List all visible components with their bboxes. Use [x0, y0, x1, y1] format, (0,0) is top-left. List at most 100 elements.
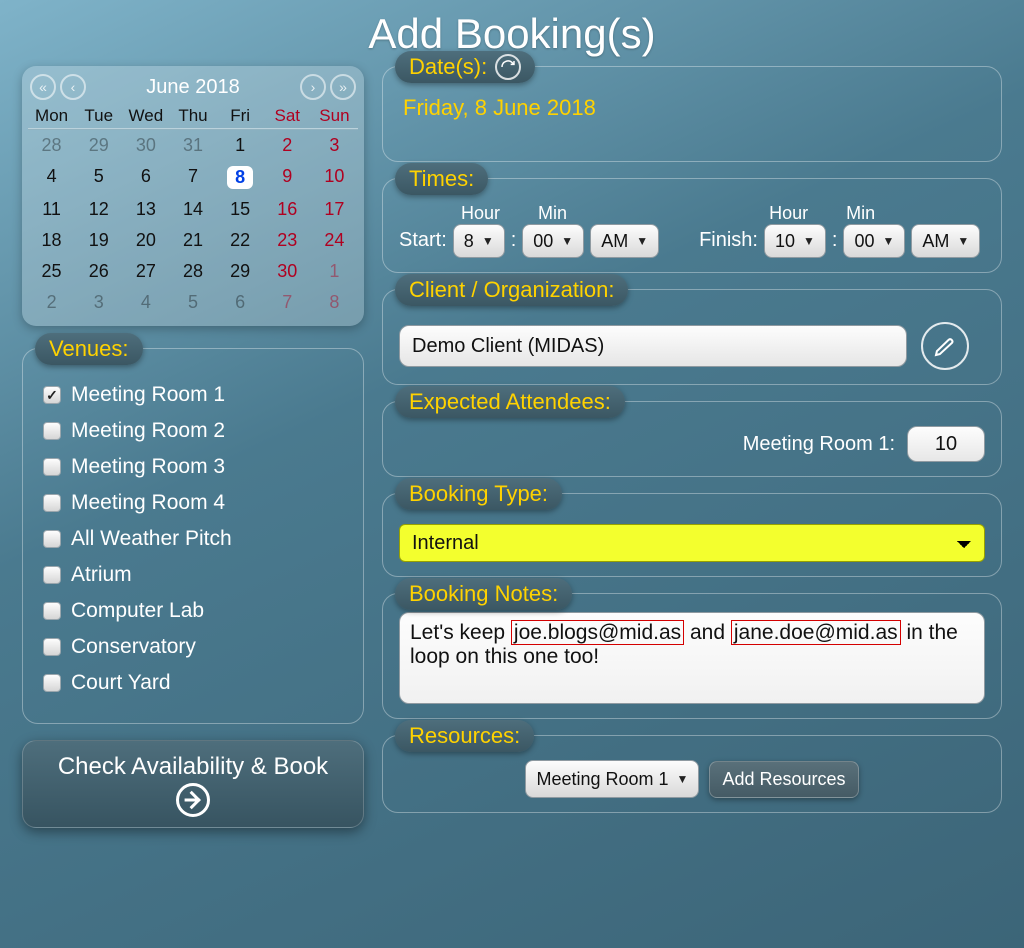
cal-day[interactable]: 7: [169, 161, 216, 194]
cal-day[interactable]: 8: [217, 161, 264, 194]
attendees-input[interactable]: [907, 426, 985, 462]
finish-hour-header: Hour: [769, 203, 808, 224]
resources-legend: Resources:: [395, 720, 534, 752]
cal-dow: Tue: [75, 104, 122, 128]
cal-dow: Mon: [28, 104, 75, 128]
add-resources-button[interactable]: Add Resources: [709, 761, 858, 798]
venue-item[interactable]: Computer Lab: [41, 593, 335, 629]
cal-prev-month-icon[interactable]: ‹: [60, 74, 86, 100]
start-min-header: Min: [538, 203, 567, 224]
cal-day[interactable]: 30: [264, 256, 311, 287]
cal-day[interactable]: 5: [169, 287, 216, 318]
start-hour-select[interactable]: 8▼: [453, 224, 505, 258]
venues-section: Venues: ✓Meeting Room 1Meeting Room 2Mee…: [22, 348, 364, 724]
start-ampm-select[interactable]: AM▼: [590, 224, 659, 258]
cal-day[interactable]: 22: [217, 225, 264, 256]
cal-day[interactable]: 4: [122, 287, 169, 318]
venue-label: Conservatory: [71, 635, 196, 659]
cal-day[interactable]: 29: [75, 130, 122, 161]
client-input[interactable]: [399, 325, 907, 367]
cal-day[interactable]: 28: [169, 256, 216, 287]
checkbox-icon[interactable]: [43, 602, 61, 620]
cal-day[interactable]: 14: [169, 194, 216, 225]
venue-label: All Weather Pitch: [71, 527, 232, 551]
cal-day[interactable]: 10: [311, 161, 358, 194]
cal-day[interactable]: 4: [28, 161, 75, 194]
checkbox-icon[interactable]: [43, 638, 61, 656]
edit-client-icon[interactable]: [921, 322, 969, 370]
notes-email-2: jane.doe@mid.as: [731, 620, 901, 645]
cal-day[interactable]: 21: [169, 225, 216, 256]
venue-item[interactable]: Conservatory: [41, 629, 335, 665]
client-section: Client / Organization:: [382, 289, 1002, 385]
venue-item[interactable]: Atrium: [41, 557, 335, 593]
checkbox-icon[interactable]: [43, 422, 61, 440]
finish-ampm-select[interactable]: AM▼: [911, 224, 980, 258]
cal-prev-year-icon[interactable]: «: [30, 74, 56, 100]
checkbox-icon[interactable]: [43, 674, 61, 692]
cal-day[interactable]: 2: [28, 287, 75, 318]
checkbox-icon[interactable]: [43, 530, 61, 548]
cal-day[interactable]: 17: [311, 194, 358, 225]
cal-day[interactable]: 6: [217, 287, 264, 318]
venue-label: Atrium: [71, 563, 132, 587]
cal-day[interactable]: 12: [75, 194, 122, 225]
cal-day[interactable]: 23: [264, 225, 311, 256]
cal-day[interactable]: 9: [264, 161, 311, 194]
check-availability-label: Check Availability & Book: [58, 753, 328, 780]
cal-day[interactable]: 7: [264, 287, 311, 318]
venue-item[interactable]: Court Yard: [41, 665, 335, 701]
check-availability-button[interactable]: Check Availability & Book: [22, 740, 364, 828]
cal-day[interactable]: 24: [311, 225, 358, 256]
cal-day[interactable]: 15: [217, 194, 264, 225]
venue-item[interactable]: All Weather Pitch: [41, 521, 335, 557]
cal-day[interactable]: 26: [75, 256, 122, 287]
cal-day[interactable]: 18: [28, 225, 75, 256]
cal-day[interactable]: 8: [311, 287, 358, 318]
booking-type-select[interactable]: Internal: [399, 524, 985, 562]
checkbox-icon[interactable]: [43, 566, 61, 584]
venue-item[interactable]: Meeting Room 3: [41, 449, 335, 485]
cal-next-year-icon[interactable]: »: [330, 74, 356, 100]
cal-day[interactable]: 30: [122, 130, 169, 161]
repeat-icon[interactable]: [495, 54, 521, 80]
cal-day[interactable]: 5: [75, 161, 122, 194]
cal-day[interactable]: 3: [311, 130, 358, 161]
notes-textarea[interactable]: Let's keep joe.blogs@mid.as and jane.doe…: [399, 612, 985, 704]
finish-min-select[interactable]: 00▼: [843, 224, 905, 258]
venue-label: Meeting Room 4: [71, 491, 225, 515]
cal-next-month-icon[interactable]: ›: [300, 74, 326, 100]
cal-day[interactable]: 27: [122, 256, 169, 287]
start-min-select[interactable]: 00▼: [522, 224, 584, 258]
attendees-legend: Expected Attendees:: [395, 386, 625, 418]
cal-day[interactable]: 19: [75, 225, 122, 256]
venue-item[interactable]: Meeting Room 2: [41, 413, 335, 449]
cal-day[interactable]: 1: [311, 256, 358, 287]
cal-day[interactable]: 31: [169, 130, 216, 161]
dates-legend: Date(s):: [395, 51, 535, 83]
finish-hour-select[interactable]: 10▼: [764, 224, 826, 258]
cal-day[interactable]: 2: [264, 130, 311, 161]
checkbox-icon[interactable]: [43, 458, 61, 476]
cal-dow: Thu: [169, 104, 216, 128]
venue-item[interactable]: Meeting Room 4: [41, 485, 335, 521]
checkbox-icon[interactable]: [43, 494, 61, 512]
notes-email-1: joe.blogs@mid.as: [511, 620, 684, 645]
cal-dow: Wed: [122, 104, 169, 128]
cal-day[interactable]: 13: [122, 194, 169, 225]
cal-day[interactable]: 16: [264, 194, 311, 225]
cal-day[interactable]: 1: [217, 130, 264, 161]
cal-day[interactable]: 11: [28, 194, 75, 225]
cal-day[interactable]: 29: [217, 256, 264, 287]
venue-item[interactable]: ✓Meeting Room 1: [41, 377, 335, 413]
cal-day[interactable]: 25: [28, 256, 75, 287]
venues-list[interactable]: ✓Meeting Room 1Meeting Room 2Meeting Roo…: [41, 377, 341, 709]
checkbox-icon[interactable]: ✓: [43, 386, 61, 404]
cal-day[interactable]: 3: [75, 287, 122, 318]
calendar-panel: « ‹ June 2018 › » MonTueWedThuFriSatSun2…: [22, 66, 364, 326]
cal-day[interactable]: 20: [122, 225, 169, 256]
dates-section: Date(s): Friday, 8 June 2018: [382, 66, 1002, 162]
cal-day[interactable]: 28: [28, 130, 75, 161]
cal-day[interactable]: 6: [122, 161, 169, 194]
resources-select[interactable]: Meeting Room 1▼: [525, 760, 699, 798]
